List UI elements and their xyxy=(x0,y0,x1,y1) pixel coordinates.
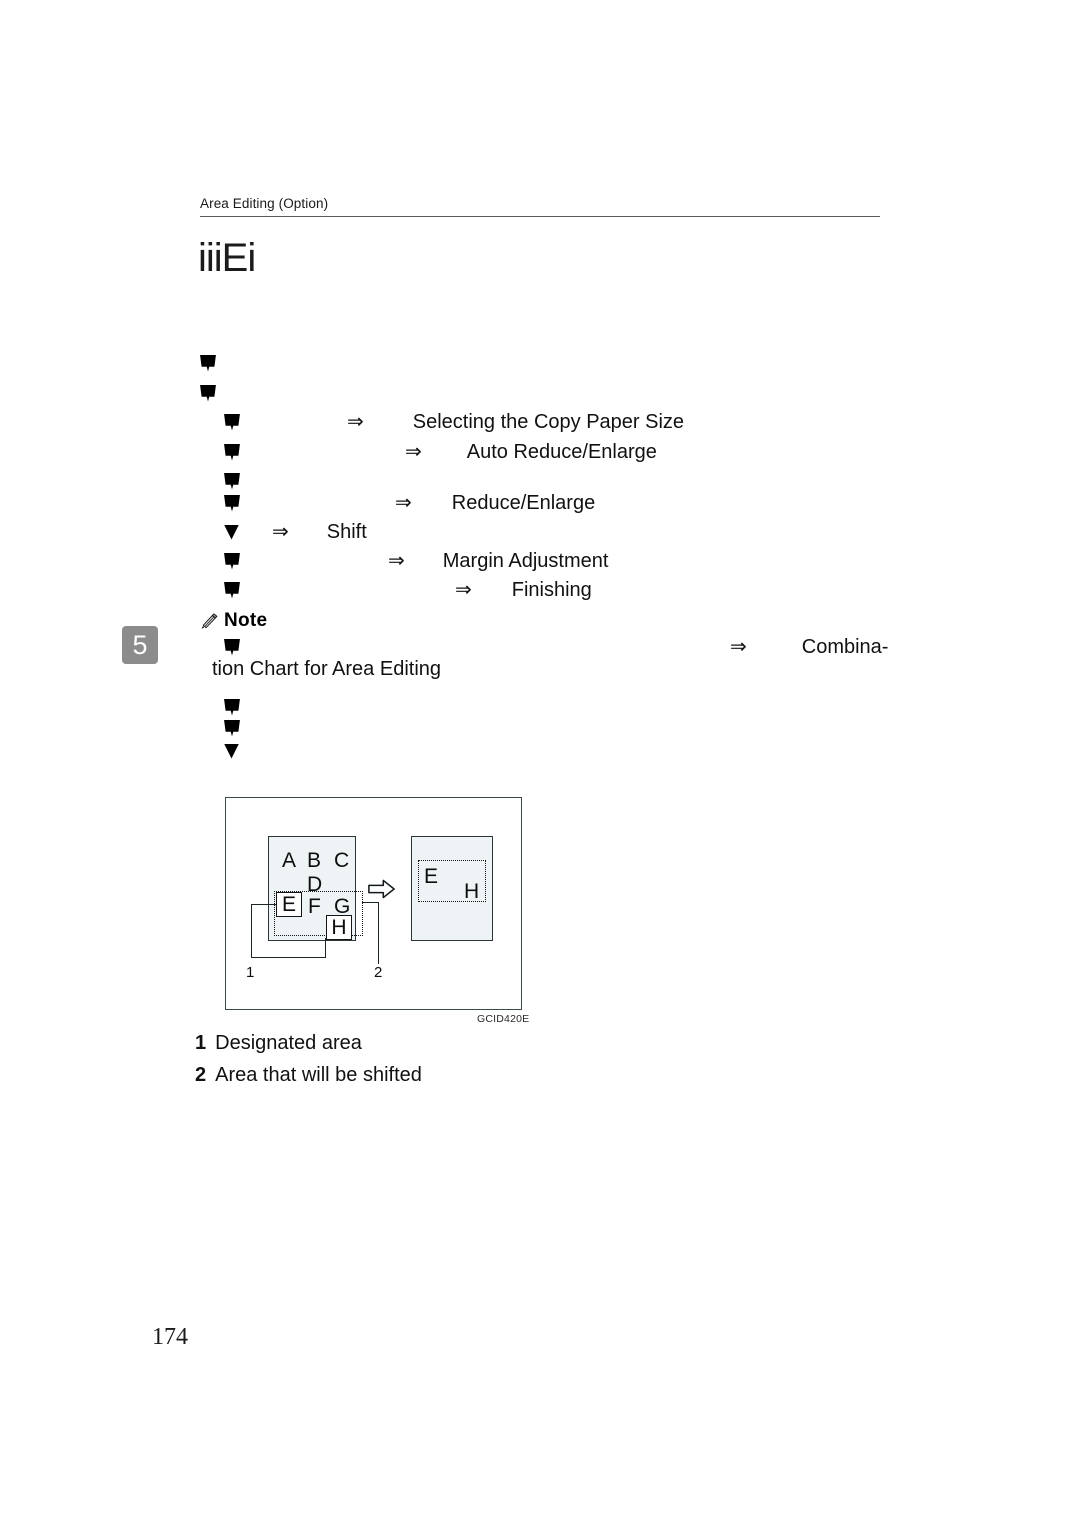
leader-line-1 xyxy=(251,957,326,959)
figure-letter-g: G xyxy=(334,895,351,918)
figure-letter-b: B xyxy=(307,849,322,872)
list-item: ⇒ Finishing xyxy=(224,575,592,605)
arrow-icon: ⇒ xyxy=(730,636,747,658)
legend-label: Designated area xyxy=(215,1032,362,1054)
arrow-icon: ⇒ xyxy=(347,411,364,433)
arrow-icon: ⇒ xyxy=(455,579,472,601)
callout-number-1: 1 xyxy=(246,964,255,981)
list-item-label: Selecting the Copy Paper Size xyxy=(412,410,685,433)
flag-bullet-icon xyxy=(224,494,240,512)
list-item: ⇒ Auto Reduce/Enlarge xyxy=(224,437,657,467)
triangle-bullet-icon xyxy=(224,524,239,540)
figure-result-letter-h: H xyxy=(464,880,480,903)
leader-line-1 xyxy=(251,904,253,958)
list-item-label: Shift xyxy=(326,520,367,543)
figure-legend: 1 Designated area 2 Area that will be sh… xyxy=(195,1032,422,1096)
figure-letter-f: F xyxy=(308,895,321,918)
arrow-icon: ⇒ xyxy=(405,441,422,463)
figure-letter-a: A xyxy=(282,849,297,872)
figure-letter-c: C xyxy=(334,849,350,872)
arrow-icon: ⇒ xyxy=(388,550,405,572)
legend-label: Area that will be shifted xyxy=(215,1064,422,1086)
arrow-icon: ⇒ xyxy=(395,492,412,514)
flag-bullet-icon xyxy=(200,384,216,402)
callout-number-2: 2 xyxy=(374,964,383,981)
legend-number: 1 xyxy=(195,1032,207,1054)
list-item-label: Finishing xyxy=(511,578,592,601)
figure-id-label: GCID420E xyxy=(477,1013,530,1025)
designated-box-e: E xyxy=(276,892,302,917)
figure-result-letter-e: E xyxy=(424,865,439,888)
flag-bullet-icon xyxy=(224,443,240,461)
figure-letter-d: D xyxy=(307,873,323,896)
arrow-icon: ⇒ xyxy=(272,521,289,543)
flag-bullet-icon xyxy=(224,638,240,656)
note-label: Note xyxy=(224,610,268,631)
flag-bullet-icon xyxy=(224,552,240,570)
leader-line-1 xyxy=(251,904,276,906)
list-item-label: Reduce/Enlarge xyxy=(451,491,596,514)
leader-line-1 xyxy=(325,938,327,958)
list-item: ⇒ Margin Adjustment xyxy=(224,546,608,576)
header-rule xyxy=(200,216,880,217)
figure-area-editing-shift: A B C D F G E H 1 2 E H xyxy=(225,797,522,1010)
flag-bullet-icon xyxy=(224,719,240,737)
right-block-arrow-icon xyxy=(368,879,395,899)
list-item: ⇒ Shift xyxy=(224,517,367,547)
flag-bullet-icon xyxy=(224,581,240,599)
triangle-bullet-icon xyxy=(224,743,239,759)
flag-bullet-icon xyxy=(224,413,240,431)
designated-box-h: H xyxy=(326,915,352,940)
list-item-label: Auto Reduce/Enlarge xyxy=(466,440,657,463)
running-head: Area Editing (Option) xyxy=(200,196,329,211)
leader-line-2 xyxy=(362,902,379,904)
note-item xyxy=(224,736,239,766)
legend-item: 1 Designated area xyxy=(195,1032,422,1055)
page-number: 174 xyxy=(152,1324,188,1350)
page-title: iiiEi xyxy=(198,236,256,280)
list-item xyxy=(200,378,216,408)
note-text-first-line: Combina- xyxy=(801,635,889,658)
document-page: Area Editing (Option) iiiEi 5 ⇒ Selectin… xyxy=(0,0,1080,1526)
note-heading: Note xyxy=(200,610,267,632)
list-item: ⇒ Selecting the Copy Paper Size xyxy=(224,407,684,437)
legend-number: 2 xyxy=(195,1064,207,1086)
list-item: ⇒ Reduce/Enlarge xyxy=(224,488,595,518)
pencil-icon xyxy=(201,612,218,629)
list-item-label: Margin Adjustment xyxy=(442,549,609,572)
flag-bullet-icon xyxy=(200,354,216,372)
flag-bullet-icon xyxy=(224,472,240,490)
leader-line-2 xyxy=(378,902,380,964)
chapter-tab: 5 xyxy=(122,626,158,664)
note-text-continuation: tion Chart for Area Editing xyxy=(212,658,442,680)
list-item xyxy=(200,348,216,378)
legend-item: 2 Area that will be shifted xyxy=(195,1064,422,1087)
